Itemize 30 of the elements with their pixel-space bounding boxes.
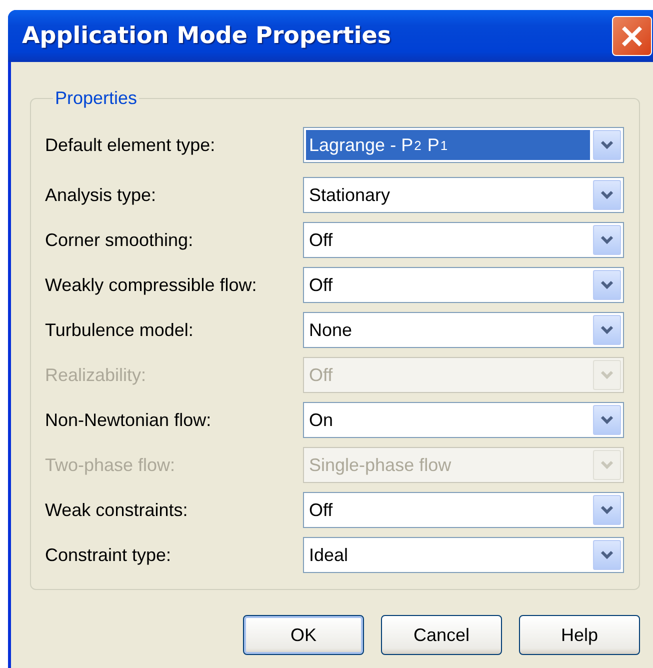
dropdown[interactable]: None	[303, 312, 624, 348]
field-label: Weak constraints:	[45, 500, 189, 520]
dialog-button[interactable]: Help	[519, 615, 640, 655]
dialog-button[interactable]: Cancel	[381, 615, 502, 655]
dropdown[interactable]: Stationary	[303, 177, 624, 213]
dialog-button[interactable]: OK	[243, 615, 364, 655]
field-label: Turbulence model:	[45, 320, 194, 340]
chevron-down-icon[interactable]	[593, 225, 621, 255]
chevron-down-icon[interactable]	[593, 180, 621, 210]
dropdown[interactable]: On	[303, 402, 624, 438]
field-label: Non-Newtonian flow:	[45, 410, 212, 430]
dropdown[interactable]: Ideal	[303, 537, 624, 573]
chevron-down-icon[interactable]	[593, 315, 621, 345]
field-label: Realizability:	[45, 364, 148, 386]
dropdown[interactable]: Off	[303, 267, 624, 303]
field-label: Analysis type:	[45, 184, 158, 206]
chevron-down-icon[interactable]	[593, 405, 621, 435]
window-title: Application Mode Properties	[22, 23, 392, 49]
field-label: Weakly compressible flow:	[45, 274, 258, 296]
chevron-down-icon[interactable]	[593, 270, 621, 300]
group-title: Properties	[54, 88, 138, 109]
dropdown[interactable]: Off	[303, 492, 624, 528]
field-label: Default element type:	[45, 134, 216, 156]
chevron-down-icon[interactable]	[593, 540, 621, 570]
dropdown[interactable]: Off	[303, 222, 624, 258]
field-label: Corner smoothing:	[45, 230, 194, 250]
chevron-down-icon[interactable]	[593, 130, 621, 160]
chevron-down-icon[interactable]	[593, 495, 621, 525]
field-label: Two-phase flow:	[45, 454, 176, 476]
field-label: Constraint type:	[45, 544, 172, 566]
